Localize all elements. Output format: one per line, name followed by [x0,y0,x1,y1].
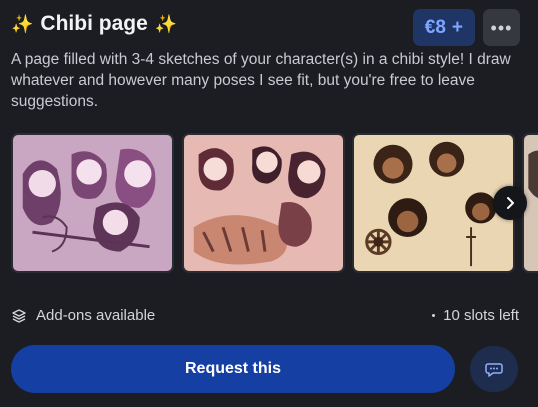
page-title: ✨ Chibi page ✨ [11,11,177,37]
chat-bubble-icon [485,363,503,377]
chibi-sketch-image-2 [184,135,343,271]
price-badge: €8 + [412,9,475,46]
title-text: Chibi page [40,12,148,35]
addons-info: Add-ons available [11,307,155,324]
layers-icon [12,308,26,323]
carousel-next-button[interactable] [493,186,527,220]
sparkle-icon: ✨ [11,14,34,34]
chibi-sketch-image-1 [13,135,172,271]
card-header: ✨ Chibi page ✨ €8 + ••• [11,9,520,47]
carousel-image[interactable] [11,133,174,273]
more-horizontal-icon: ••• [490,17,513,38]
addons-label: Add-ons available [36,307,156,324]
slots-info: 10 slots left [432,307,519,324]
separator-dot [432,314,436,317]
chibi-sketch-image-3 [354,135,513,271]
description: A page filled with 3-4 sketches of your … [11,51,511,110]
price-plus: + [451,16,463,38]
slots-label: 10 slots left [443,307,519,324]
sparkle-icon: ✨ [154,14,178,34]
chat-button[interactable] [470,346,518,392]
chevron-right-icon [507,197,514,209]
carousel-image[interactable] [182,133,345,273]
more-options-button[interactable]: ••• [483,9,520,46]
image-carousel [11,133,538,273]
request-button[interactable]: Request this [11,345,455,393]
commission-card: ✨ Chibi page ✨ €8 + ••• A page filled wi… [0,0,538,407]
carousel-image[interactable] [352,133,515,273]
price-value: €8 [424,16,446,38]
